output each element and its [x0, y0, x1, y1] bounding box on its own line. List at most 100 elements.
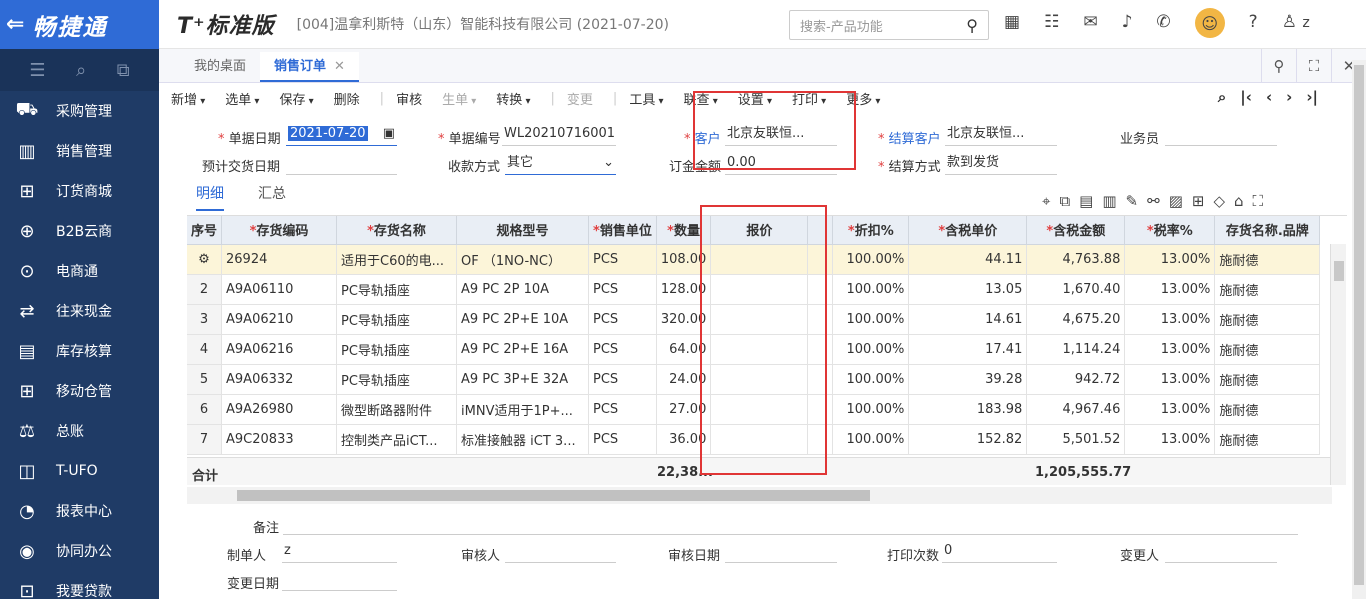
sidebar-item[interactable]: ⛟ 采购管理: [0, 91, 159, 131]
table-cell[interactable]: PC导轨插座: [336, 334, 458, 365]
scroll-thumb[interactable]: [1354, 65, 1364, 585]
table-cell[interactable]: A9 PC 2P+E 10A: [456, 304, 590, 335]
table-cell[interactable]: 100.00%: [832, 394, 910, 425]
user-icon[interactable]: ♙ z: [1282, 12, 1310, 38]
table-cell[interactable]: 100.00%: [832, 334, 910, 365]
table-cell[interactable]: 100.00%: [832, 274, 910, 305]
paste-icon[interactable]: ▤: [1079, 192, 1093, 210]
phone-icon[interactable]: ✆: [1156, 12, 1170, 38]
code-field[interactable]: WL20210716001: [502, 124, 616, 146]
table-cell[interactable]: 26924: [221, 244, 338, 275]
chevron-down-icon[interactable]: ⌄: [603, 153, 614, 173]
table-cell[interactable]: A9A06210: [221, 304, 338, 335]
table-cell[interactable]: 14.61: [908, 304, 1028, 335]
column-header[interactable]: 存货名称.品牌: [1214, 216, 1321, 245]
table-cell[interactable]: PCS: [588, 424, 657, 455]
sidebar-item[interactable]: ⊡ 我要贷款: [0, 571, 159, 599]
date-field[interactable]: 2021-07-20 ▣: [286, 124, 397, 146]
calendar-icon[interactable]: ▣: [383, 124, 395, 144]
column-header[interactable]: 存货编码: [221, 216, 338, 245]
warehouse-icon[interactable]: ⌂: [1234, 192, 1244, 210]
locate-icon[interactable]: ⌕: [1218, 88, 1226, 106]
table-cell[interactable]: PC导轨插座: [336, 304, 458, 335]
table-cell[interactable]: 1,670.40: [1026, 274, 1126, 305]
table-cell[interactable]: A9A06110: [221, 274, 338, 305]
toolbar-button[interactable]: 审核: [396, 89, 422, 108]
table-cell[interactable]: 施耐德: [1214, 304, 1321, 335]
table-cell[interactable]: A9A06216: [221, 334, 338, 365]
chart-icon[interactable]: ▨: [1169, 192, 1183, 210]
table-cell[interactable]: 施耐德: [1214, 274, 1321, 305]
toolbar-button[interactable]: 生单 ▾: [442, 89, 476, 108]
row-number[interactable]: 3: [187, 304, 223, 335]
table-cell[interactable]: 微型断路器附件: [336, 394, 458, 425]
column-header[interactable]: 含税单价: [908, 216, 1028, 245]
table-cell[interactable]: PC导轨插座: [336, 274, 458, 305]
table-cell[interactable]: PCS: [588, 274, 657, 305]
sidebar-item[interactable]: ⊞ 订货商城: [0, 171, 159, 211]
sidebar-item[interactable]: ◫ T-UFO: [0, 451, 159, 491]
table-cell[interactable]: 施耐德: [1214, 364, 1321, 395]
next-record-icon[interactable]: ›: [1286, 88, 1292, 106]
table-cell[interactable]: A9 PC 2P+E 16A: [456, 334, 590, 365]
table-cell[interactable]: A9A26980: [221, 394, 338, 425]
table-cell[interactable]: 39.28: [908, 364, 1028, 395]
salesman-field[interactable]: [1165, 124, 1277, 146]
back-arrow-icon[interactable]: ⇐: [6, 12, 24, 37]
sidebar-item[interactable]: ▤ 库存核算: [0, 331, 159, 371]
page-scrollbar[interactable]: [1352, 60, 1366, 599]
table-cell[interactable]: 4,967.46: [1026, 394, 1126, 425]
table-cell[interactable]: 1,114.24: [1026, 334, 1126, 365]
batch-icon[interactable]: ▥: [1102, 192, 1116, 210]
toolbar-button[interactable]: 变更: [567, 89, 593, 108]
table-cell[interactable]: A9A06332: [221, 364, 338, 395]
bell-icon[interactable]: ♪: [1122, 12, 1133, 38]
scroll-thumb[interactable]: [1334, 261, 1344, 281]
table-cell[interactable]: iMNV适用于1P+...: [456, 394, 590, 425]
calculator-icon[interactable]: ▦: [1004, 12, 1020, 38]
sign-icon[interactable]: ✎: [1126, 192, 1139, 210]
delivery-date-field[interactable]: [286, 153, 397, 175]
table-cell[interactable]: PC导轨插座: [336, 364, 458, 395]
sidebar-item[interactable]: ⊕ B2B云商: [0, 211, 159, 251]
table-cell[interactable]: 施耐德: [1214, 244, 1321, 275]
search-sidebar-icon[interactable]: ⌕: [76, 60, 86, 81]
table-cell[interactable]: 13.00%: [1124, 244, 1216, 275]
tab-desktop[interactable]: 我的桌面: [180, 52, 260, 82]
toolbar-button[interactable]: 转换 ▾: [496, 89, 530, 108]
expand-icon[interactable]: ⛶: [1253, 192, 1264, 210]
todo-list-icon[interactable]: ☷: [1044, 12, 1059, 38]
table-cell[interactable]: 13.05: [908, 274, 1028, 305]
table-cell[interactable]: 施耐德: [1214, 394, 1321, 425]
search-icon[interactable]: ⚲: [1261, 49, 1296, 82]
sidebar-item[interactable]: ◉ 协同办公: [0, 531, 159, 571]
table-cell[interactable]: PCS: [588, 334, 657, 365]
column-header[interactable]: 税率%: [1124, 216, 1216, 245]
table-cell[interactable]: 控制类产品iCT...: [336, 424, 458, 455]
table-cell[interactable]: 标准接触器 iCT 3...: [456, 424, 590, 455]
table-cell[interactable]: 152.82: [908, 424, 1028, 455]
fullscreen-icon[interactable]: ⛶: [1296, 49, 1331, 82]
location-icon[interactable]: ⌖: [1042, 192, 1050, 210]
row-number[interactable]: 2: [187, 274, 223, 305]
settle-method-field[interactable]: 款到发货: [945, 153, 1057, 175]
tab-summary[interactable]: 汇总: [258, 183, 286, 211]
table-cell[interactable]: A9C20833: [221, 424, 338, 455]
table-cell[interactable]: 适用于C60的电...: [336, 244, 458, 275]
table-cell[interactable]: 100.00%: [832, 244, 910, 275]
table-cell[interactable]: 17.41: [908, 334, 1028, 365]
last-record-icon[interactable]: ›|: [1306, 88, 1318, 106]
table-cell[interactable]: A9 PC 3P+E 32A: [456, 364, 590, 395]
tag-icon[interactable]: ◇: [1213, 192, 1225, 210]
table-cell[interactable]: PCS: [588, 304, 657, 335]
copy-row-icon[interactable]: ⧉: [1059, 192, 1070, 210]
table-cell[interactable]: 4,675.20: [1026, 304, 1126, 335]
row-number[interactable]: 7: [187, 424, 223, 455]
help-icon[interactable]: ?: [1249, 12, 1258, 38]
column-header[interactable]: 序号: [187, 216, 223, 245]
sidebar-item[interactable]: ⊞ 移动仓管: [0, 371, 159, 411]
table-cell[interactable]: 100.00%: [832, 304, 910, 335]
table-cell[interactable]: 13.00%: [1124, 394, 1216, 425]
sidebar-item[interactable]: ◔ 报表中心: [0, 491, 159, 531]
add-window-icon[interactable]: ⧉: [117, 60, 130, 81]
